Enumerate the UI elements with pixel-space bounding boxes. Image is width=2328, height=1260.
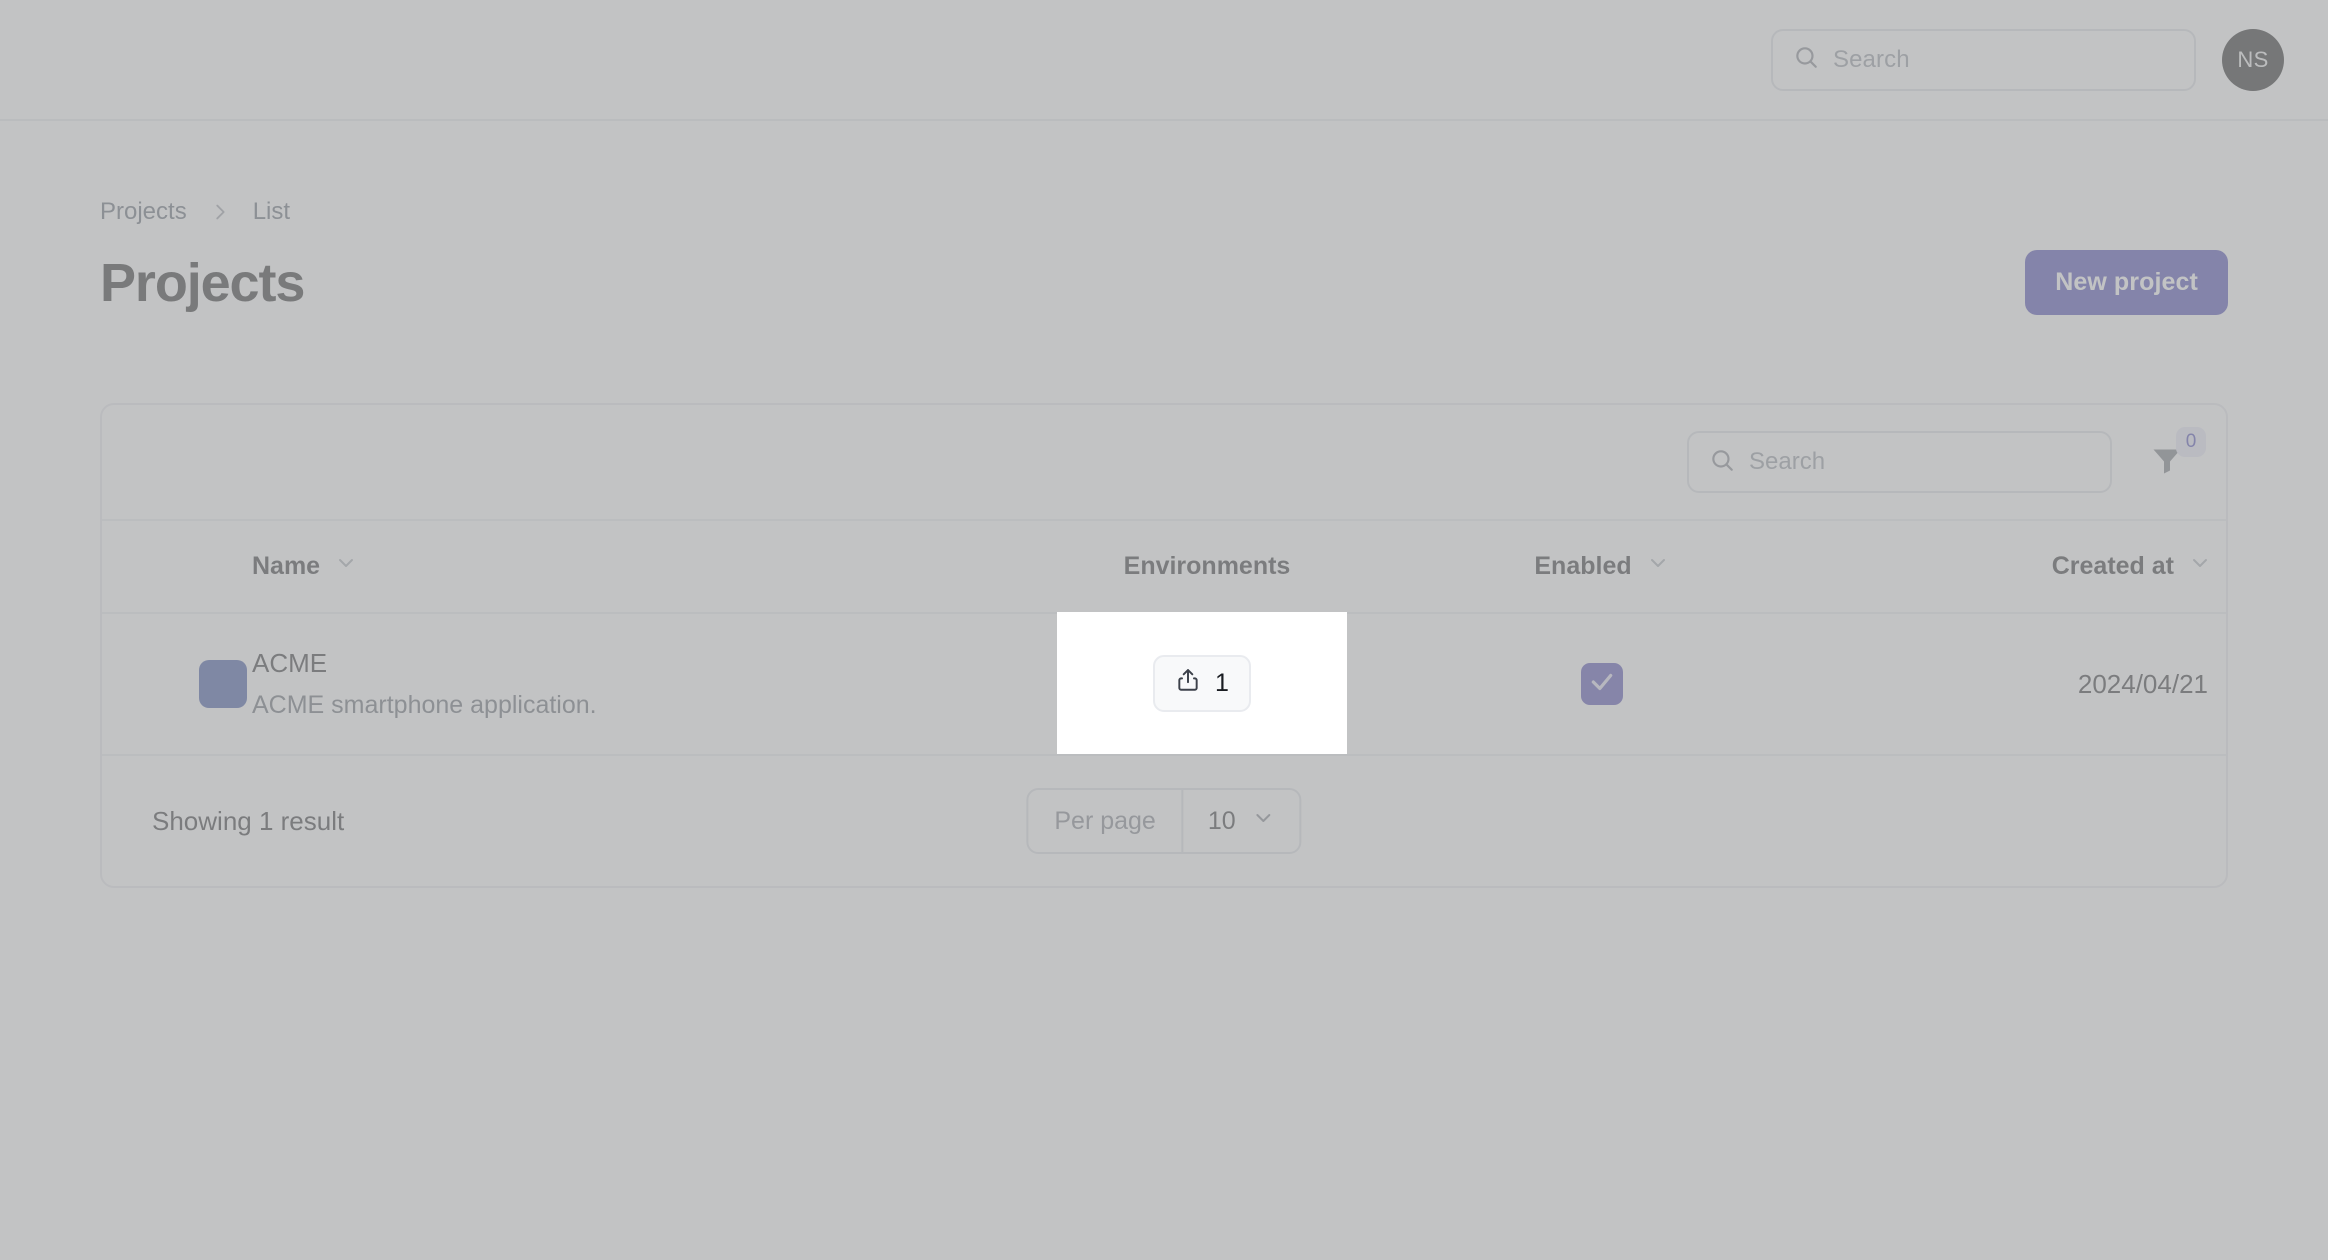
filter-count-badge: 0 [2176, 427, 2206, 457]
per-page-value: 10 [1207, 806, 1236, 835]
enabled-checkbox[interactable] [1581, 663, 1623, 705]
check-icon [1589, 669, 1615, 700]
chevron-down-icon [1646, 551, 1670, 582]
th-created-at-label: Created at [2051, 552, 2174, 580]
th-name-label: Name [252, 552, 321, 580]
share-export-icon [1175, 667, 1201, 700]
th-enabled[interactable]: Enabled [1422, 521, 1782, 614]
table-footer: Showing 1 result Per page 10 [102, 756, 2226, 886]
per-page-control[interactable]: Per page 10 [1026, 788, 1302, 854]
th-swatch [102, 521, 252, 614]
chevron-right-icon [209, 201, 231, 223]
chevron-down-icon [2188, 551, 2212, 582]
avatar-initials: NS [2237, 46, 2269, 72]
per-page-label: Per page [1028, 790, 1184, 852]
breadcrumb-item-list[interactable]: List [253, 198, 290, 226]
top-bar: Search NS [0, 0, 2328, 121]
cell-actions [2212, 613, 2226, 756]
filter-button[interactable]: 0 [2140, 427, 2206, 489]
cell-swatch [102, 613, 252, 756]
global-search-box[interactable]: Search [1771, 28, 2196, 91]
search-icon [1793, 44, 1819, 75]
page-title: Projects [100, 252, 305, 313]
page-header: Projects New project [100, 250, 2228, 315]
breadcrumb: Projects List [100, 121, 2228, 226]
new-project-button[interactable]: New project [2025, 250, 2228, 315]
global-search-placeholder: Search [1833, 45, 1910, 73]
environments-count: 1 [1215, 668, 1229, 697]
breadcrumb-item-projects[interactable]: Projects [100, 198, 187, 226]
search-icon [1709, 447, 1735, 478]
environments-count-pill[interactable]: 1 [1153, 654, 1251, 712]
table-header-row: Name Environments Enabled Created at [102, 521, 2226, 614]
page-content: Projects List Projects New project Searc… [0, 121, 2328, 888]
table-toolbar: Search 0 [102, 405, 2226, 521]
th-actions [2212, 521, 2226, 614]
per-page-select[interactable]: 10 [1184, 790, 1300, 852]
highlighted-environments-cell: 1 [1057, 612, 1347, 754]
project-color-swatch [199, 660, 247, 708]
project-name: ACME [252, 648, 328, 678]
th-created-at[interactable]: Created at [1782, 521, 2212, 614]
cell-name: ACME ACME smartphone application. [252, 613, 992, 756]
th-enabled-label: Enabled [1534, 552, 1632, 580]
th-name[interactable]: Name [252, 521, 992, 614]
results-count: Showing 1 result [152, 805, 345, 836]
table-search-box[interactable]: Search [1687, 431, 2112, 493]
avatar[interactable]: NS [2222, 28, 2284, 91]
chevron-down-icon [334, 551, 358, 582]
table-head: Name Environments Enabled Created at [102, 521, 2226, 614]
th-environments: Environments [992, 521, 1422, 614]
project-description: ACME smartphone application. [252, 691, 597, 719]
table-search-placeholder: Search [1749, 448, 1826, 475]
chevron-down-icon [1252, 806, 1276, 837]
cell-enabled [1422, 613, 1782, 756]
cell-created-at: 2024/04/21 [1782, 613, 2212, 756]
th-environments-label: Environments [1123, 552, 1291, 580]
